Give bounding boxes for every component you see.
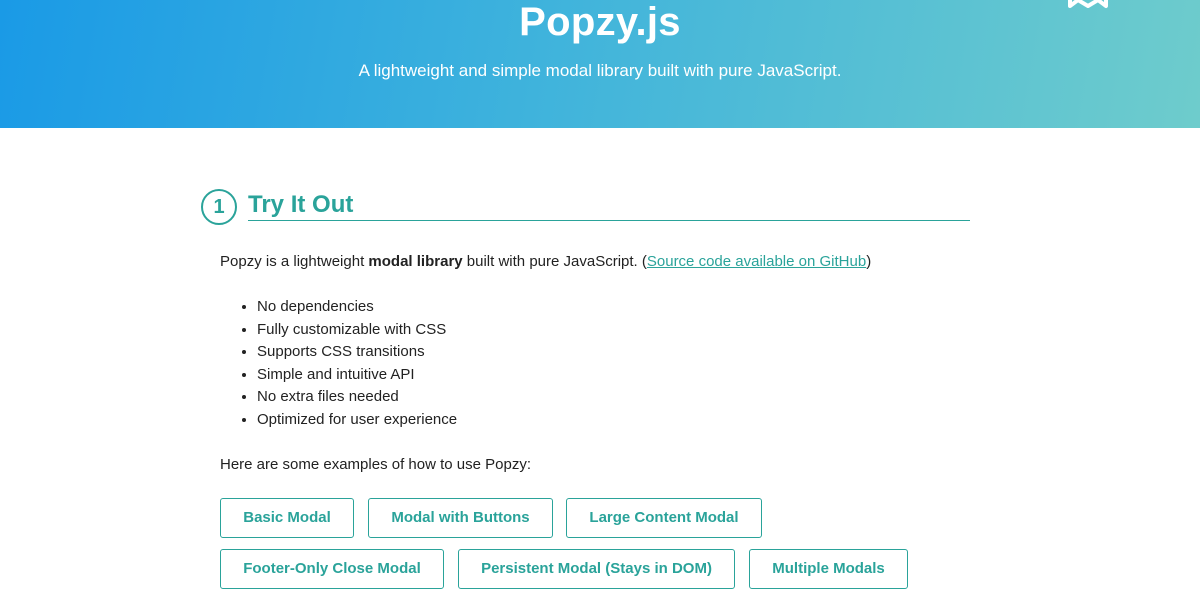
list-item: No extra files needed [257,386,457,409]
large-content-modal-button[interactable]: Large Content Modal [566,498,762,538]
list-item: Optimized for user experience [257,409,457,432]
page-title: Popzy.js [519,0,681,44]
hero-banner: Popzy.js A lightweight and simple modal … [0,0,1200,128]
intro-text: Popzy is a lightweight [220,253,369,270]
section-title: Try It Out [248,191,354,218]
basic-modal-button[interactable]: Basic Modal [220,498,354,538]
list-item: Simple and intuitive API [257,364,457,387]
intro-text-continued: built with pure JavaScript. ( [462,253,647,270]
page-subtitle: A lightweight and simple modal library b… [358,61,842,80]
intro-closing-paren: ) [866,253,872,270]
persistent-modal-button[interactable]: Persistent Modal (Stays in DOM) [458,549,735,589]
list-item: No dependencies [257,296,457,319]
modal-with-buttons-button[interactable]: Modal with Buttons [368,498,553,538]
footer-only-close-modal-button[interactable]: Footer-Only Close Modal [220,549,444,589]
list-item: Supports CSS transitions [257,341,457,364]
section-header: 1 Try It Out [200,188,970,225]
step-number-badge: 1 [201,189,237,225]
section-divider [248,220,970,221]
multiple-modals-button[interactable]: Multiple Modals [749,549,908,589]
intro-bold-text: modal library [368,253,463,270]
examples-intro: Here are some examples of how to use Pop… [220,456,531,473]
feature-list: No dependencies Fully customizable with … [220,296,457,432]
list-item: Fully customizable with CSS [257,319,457,342]
github-source-link[interactable]: Source code available on GitHub [647,253,866,270]
intro-paragraph: Popzy is a lightweight modal library bui… [220,252,871,272]
